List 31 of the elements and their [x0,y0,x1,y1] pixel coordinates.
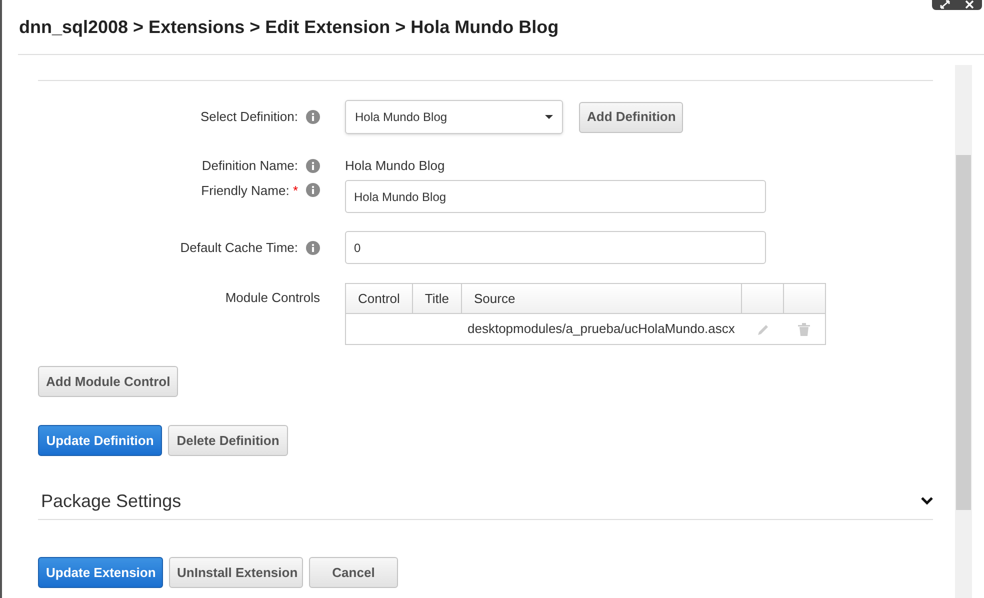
secondary-button[interactable]: Cancel [309,557,398,588]
resize-icon[interactable] [940,0,950,9]
friendly-name-field[interactable]: Hola Mundo Blog [345,180,766,213]
field-label: Default Cache Time: [180,238,298,257]
field-label: Friendly Name: * [201,182,298,200]
secondary-button[interactable]: Delete Definition [168,425,288,456]
info-icon [306,110,320,124]
cache-time-field[interactable]: 0 [345,231,766,264]
info-icon [306,183,320,198]
primary-button[interactable]: Update Definition [38,425,162,456]
caret-icon [545,115,553,119]
section-title: Package Settings [40,490,182,513]
primary-button[interactable]: Update Extension [38,557,163,588]
close-icon[interactable] [965,0,974,9]
definition-name-value: Hola Mundo Blog [345,157,445,176]
field-label: Module Controls [225,289,320,307]
field-label: Definition Name: [202,157,298,176]
column-header: Title [412,284,462,314]
column-header: Source [462,284,742,314]
breadcrumb-title: dnn_sql2008 > Extensions > Edit Extension > Hola Mundo Blog [19,16,560,38]
chevron-down-icon[interactable] [921,497,933,505]
field-label: Select Definition: [200,108,298,126]
definition-select[interactable]: Hola Mundo Blog [345,100,563,134]
column-header: Control [346,284,412,314]
secondary-button[interactable]: Add Module Control [38,366,178,397]
info-icon [306,240,320,254]
scrollbar[interactable] [955,65,972,598]
table-cell: desktopmodules/a_prueba/ucHolaMundo.ascx [462,314,742,344]
info-icon [306,159,320,173]
secondary-button[interactable]: UnInstall Extension [169,557,303,588]
secondary-button[interactable]: Add Definition [579,102,683,132]
